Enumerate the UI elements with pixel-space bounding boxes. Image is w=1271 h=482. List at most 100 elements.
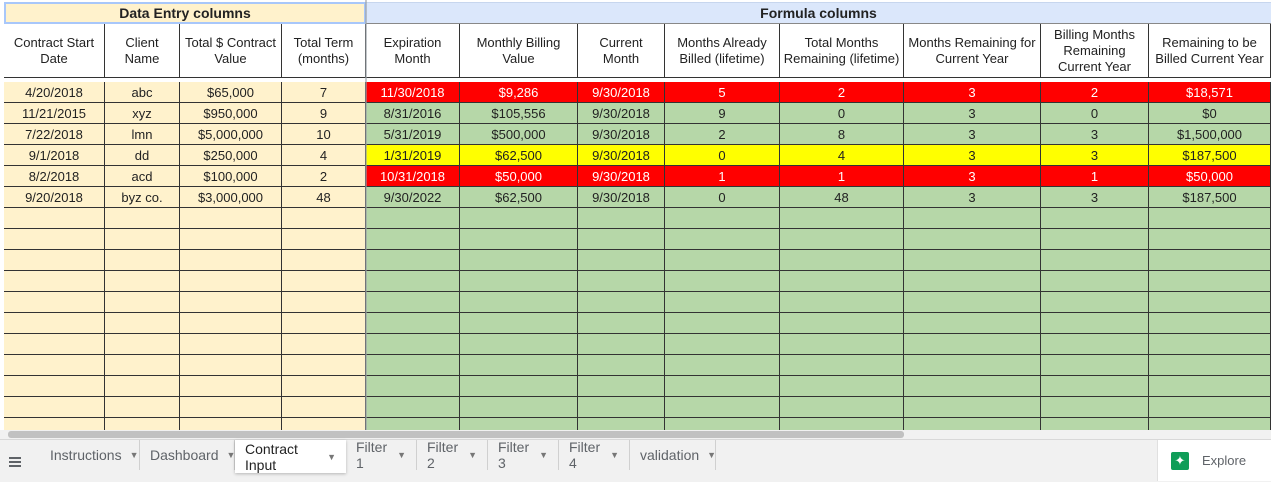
- column-header[interactable]: Total $ Contract Value: [180, 24, 282, 78]
- table-cell[interactable]: [578, 376, 665, 397]
- table-cell[interactable]: [105, 376, 180, 397]
- table-cell[interactable]: 1: [665, 166, 780, 187]
- table-cell[interactable]: $1,500,000: [1149, 124, 1271, 145]
- table-cell[interactable]: [1041, 250, 1149, 271]
- table-cell[interactable]: [180, 292, 282, 313]
- table-cell[interactable]: [4, 229, 105, 250]
- table-cell[interactable]: byz co.: [105, 187, 180, 208]
- table-cell[interactable]: [4, 397, 105, 418]
- table-cell[interactable]: [1149, 271, 1271, 292]
- table-cell[interactable]: [1149, 334, 1271, 355]
- table-cell[interactable]: [665, 355, 780, 376]
- table-cell[interactable]: 9/30/2018: [578, 166, 665, 187]
- table-cell[interactable]: [780, 397, 904, 418]
- sheet-tab[interactable]: Dashboard ▼: [140, 440, 235, 470]
- table-cell[interactable]: $187,500: [1149, 187, 1271, 208]
- table-cell[interactable]: acd: [105, 166, 180, 187]
- table-cell[interactable]: $950,000: [180, 103, 282, 124]
- table-cell[interactable]: 9/30/2018: [578, 187, 665, 208]
- table-cell[interactable]: [105, 397, 180, 418]
- sheet-tab[interactable]: Filter 2 ▼: [417, 439, 488, 471]
- table-cell[interactable]: 2: [282, 166, 366, 187]
- table-cell[interactable]: [665, 334, 780, 355]
- chevron-down-icon[interactable]: ▼: [610, 450, 619, 460]
- table-cell[interactable]: [1149, 376, 1271, 397]
- table-cell[interactable]: $500,000: [460, 124, 578, 145]
- table-cell[interactable]: 3: [1041, 145, 1149, 166]
- table-cell[interactable]: [1041, 271, 1149, 292]
- table-cell[interactable]: [1041, 229, 1149, 250]
- table-cell[interactable]: [780, 355, 904, 376]
- table-cell[interactable]: [1041, 292, 1149, 313]
- table-cell[interactable]: 9: [282, 103, 366, 124]
- table-cell[interactable]: [780, 376, 904, 397]
- table-cell[interactable]: [4, 208, 105, 229]
- frozen-column-divider[interactable]: [365, 0, 367, 430]
- table-cell[interactable]: [105, 250, 180, 271]
- table-cell[interactable]: [578, 355, 665, 376]
- table-cell[interactable]: [366, 292, 460, 313]
- table-cell[interactable]: 8/31/2016: [366, 103, 460, 124]
- table-cell[interactable]: [780, 208, 904, 229]
- table-cell[interactable]: 3: [904, 145, 1041, 166]
- table-cell[interactable]: 3: [904, 187, 1041, 208]
- table-cell[interactable]: 1: [1041, 166, 1149, 187]
- table-cell[interactable]: [904, 271, 1041, 292]
- table-cell[interactable]: 0: [1041, 103, 1149, 124]
- column-header[interactable]: Months Already Billed (lifetime): [665, 24, 780, 78]
- table-cell[interactable]: $0: [1149, 103, 1271, 124]
- column-header[interactable]: Monthly Billing Value: [460, 24, 578, 78]
- table-cell[interactable]: $5,000,000: [180, 124, 282, 145]
- table-cell[interactable]: abc: [105, 82, 180, 103]
- table-cell[interactable]: [282, 250, 366, 271]
- table-cell[interactable]: [180, 313, 282, 334]
- table-cell[interactable]: [1041, 334, 1149, 355]
- table-cell[interactable]: 3: [904, 124, 1041, 145]
- table-cell[interactable]: 3: [1041, 187, 1149, 208]
- table-cell[interactable]: $18,571: [1149, 82, 1271, 103]
- table-cell[interactable]: [665, 397, 780, 418]
- table-cell[interactable]: [4, 271, 105, 292]
- table-cell[interactable]: [904, 313, 1041, 334]
- table-cell[interactable]: [366, 355, 460, 376]
- table-cell[interactable]: [366, 229, 460, 250]
- table-cell[interactable]: [665, 418, 780, 430]
- table-cell[interactable]: [904, 355, 1041, 376]
- table-cell[interactable]: [282, 334, 366, 355]
- table-cell[interactable]: [4, 334, 105, 355]
- table-cell[interactable]: [105, 355, 180, 376]
- column-header[interactable]: Contract Start Date: [4, 24, 105, 78]
- table-cell[interactable]: $9,286: [460, 82, 578, 103]
- table-cell[interactable]: $62,500: [460, 187, 578, 208]
- table-cell[interactable]: [460, 229, 578, 250]
- table-cell[interactable]: [366, 313, 460, 334]
- table-cell[interactable]: [904, 376, 1041, 397]
- column-header[interactable]: Current Month: [578, 24, 665, 78]
- table-cell[interactable]: [665, 292, 780, 313]
- table-cell[interactable]: [780, 292, 904, 313]
- table-cell[interactable]: [460, 397, 578, 418]
- table-cell[interactable]: 11/21/2015: [4, 103, 105, 124]
- table-cell[interactable]: [460, 250, 578, 271]
- sheet-tab[interactable]: Filter 1 ▼: [346, 439, 417, 471]
- sheet-tab[interactable]: Filter 3 ▼: [488, 439, 559, 471]
- table-cell[interactable]: [1149, 313, 1271, 334]
- table-cell[interactable]: [578, 229, 665, 250]
- chevron-down-icon[interactable]: ▼: [707, 450, 716, 460]
- table-cell[interactable]: [1041, 313, 1149, 334]
- table-cell[interactable]: 2: [780, 82, 904, 103]
- table-cell[interactable]: [105, 208, 180, 229]
- column-header[interactable]: Remaining to be Billed Current Year: [1149, 24, 1271, 78]
- table-cell[interactable]: [282, 355, 366, 376]
- table-cell[interactable]: [180, 376, 282, 397]
- table-cell[interactable]: 0: [780, 103, 904, 124]
- table-cell[interactable]: 4: [282, 145, 366, 166]
- chevron-down-icon[interactable]: ▼: [397, 450, 406, 460]
- table-cell[interactable]: 2: [665, 124, 780, 145]
- table-cell[interactable]: [366, 271, 460, 292]
- table-cell[interactable]: [460, 292, 578, 313]
- table-cell[interactable]: [904, 208, 1041, 229]
- table-cell[interactable]: $100,000: [180, 166, 282, 187]
- sheet-tab[interactable]: Instructions ▼: [40, 440, 140, 470]
- table-cell[interactable]: [665, 313, 780, 334]
